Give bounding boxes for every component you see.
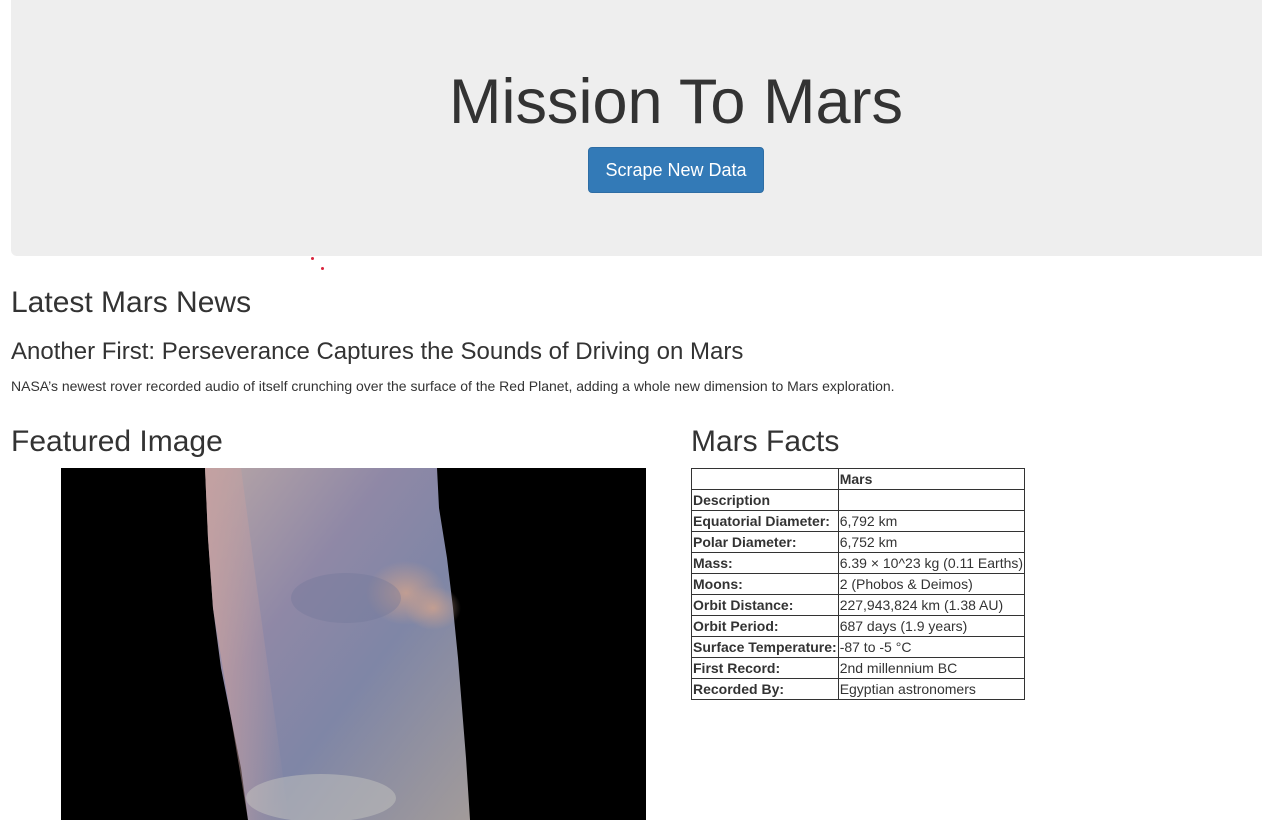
news-title: Another First: Perseverance Captures the… xyxy=(11,338,744,365)
table-row: Description xyxy=(691,489,1026,511)
table-header-row: Mars xyxy=(691,468,1026,490)
row-value: 6,792 km xyxy=(837,510,1026,532)
table-row: First Record: 2nd millennium BC xyxy=(691,657,1026,679)
table-row: Orbit Distance: 227,943,824 km (1.38 AU) xyxy=(691,594,1026,616)
column-header: Mars xyxy=(837,468,1026,490)
featured-image[interactable] xyxy=(61,468,646,820)
row-value xyxy=(837,489,1026,511)
scrape-new-data-button[interactable]: Scrape New Data xyxy=(588,147,764,193)
mars-surface-image xyxy=(61,468,646,820)
row-value: 687 days (1.9 years) xyxy=(837,615,1026,637)
row-label: Surface Temperature: xyxy=(691,636,839,658)
cursor-marker xyxy=(321,267,324,270)
column-header xyxy=(691,468,839,490)
table-row: Orbit Period: 687 days (1.9 years) xyxy=(691,615,1026,637)
row-label: Description xyxy=(691,489,839,511)
row-value: 6.39 × 10^23 kg (0.11 Earths) xyxy=(837,552,1026,574)
table-row: Moons: 2 (Phobos & Deimos) xyxy=(691,573,1026,595)
row-label: Recorded By: xyxy=(691,678,839,700)
latest-news-heading: Latest Mars News xyxy=(11,286,252,319)
row-value: Egyptian astronomers xyxy=(837,678,1026,700)
row-value: 2nd millennium BC xyxy=(837,657,1026,679)
row-label: Polar Diameter: xyxy=(691,531,839,553)
table-row: Recorded By: Egyptian astronomers xyxy=(691,678,1026,700)
row-label: First Record: xyxy=(691,657,839,679)
row-value: -87 to -5 °C xyxy=(837,636,1026,658)
cursor-marker xyxy=(311,257,314,260)
table-row: Mass: 6.39 × 10^23 kg (0.11 Earths) xyxy=(691,552,1026,574)
row-value: 227,943,824 km (1.38 AU) xyxy=(837,594,1026,616)
page-title: Mission To Mars xyxy=(449,67,903,137)
table-row: Surface Temperature: -87 to -5 °C xyxy=(691,636,1026,658)
row-label: Mass: xyxy=(691,552,839,574)
mars-facts-table: Mars Description Equatorial Diameter: 6,7… xyxy=(691,468,1026,700)
row-label: Equatorial Diameter: xyxy=(691,510,839,532)
news-paragraph: NASA’s newest rover recorded audio of it… xyxy=(11,378,895,394)
featured-image-heading: Featured Image xyxy=(11,425,223,458)
row-label: Moons: xyxy=(691,573,839,595)
row-label: Orbit Period: xyxy=(691,615,839,637)
jumbotron: Mission To Mars Scrape New Data xyxy=(11,0,1262,256)
table-row: Equatorial Diameter: 6,792 km xyxy=(691,510,1026,532)
table-row: Polar Diameter: 6,752 km xyxy=(691,531,1026,553)
row-label: Orbit Distance: xyxy=(691,594,839,616)
mars-facts-heading: Mars Facts xyxy=(691,425,840,458)
row-value: 2 (Phobos & Deimos) xyxy=(837,573,1026,595)
row-value: 6,752 km xyxy=(837,531,1026,553)
